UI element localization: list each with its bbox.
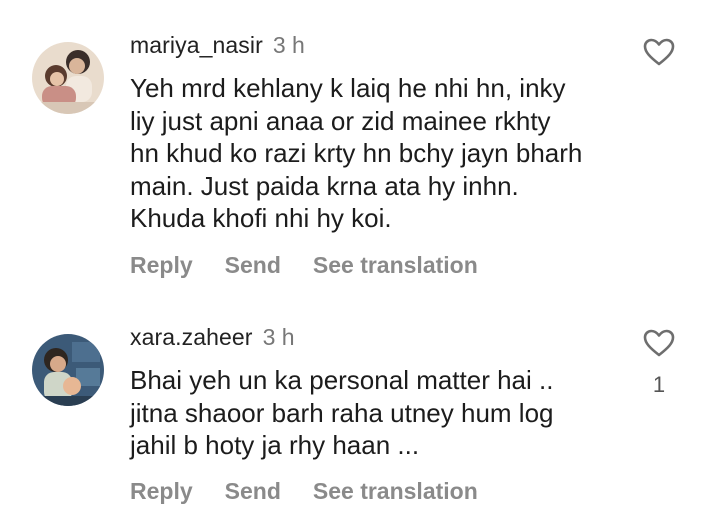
avatar[interactable] xyxy=(32,334,104,406)
timestamp: 3 h xyxy=(262,324,295,350)
send-button[interactable]: Send xyxy=(225,477,281,505)
comment-line: Khuda khofi nhi hy koi. xyxy=(130,203,392,233)
heart-icon[interactable] xyxy=(642,37,676,67)
heart-icon[interactable] xyxy=(642,328,676,358)
avatar[interactable] xyxy=(32,42,104,114)
see-translation-button[interactable]: See translation xyxy=(313,251,478,279)
avatar-image xyxy=(32,334,104,406)
comment-line: Bhai yeh un ka personal matter hai .. xyxy=(130,365,554,395)
comment-line: hn khud ko razi krty hn bchy jayn bharh xyxy=(130,138,583,168)
username[interactable]: xara.zaheer xyxy=(130,324,253,350)
comment-text: Bhai yeh un ka personal matter hai .. ji… xyxy=(130,364,630,462)
comment-header: xara.zaheer 3 h xyxy=(130,323,295,351)
send-button[interactable]: Send xyxy=(225,251,281,279)
comment-text: Yeh mrd kehlany k laiq he nhi hn, inky l… xyxy=(130,72,630,235)
comment-line: Yeh mrd kehlany k laiq he nhi hn, inky xyxy=(130,73,566,103)
comment-header: mariya_nasir 3 h xyxy=(130,31,305,59)
timestamp: 3 h xyxy=(272,32,305,58)
like-count: 1 xyxy=(652,372,666,397)
reply-button[interactable]: Reply xyxy=(130,251,193,279)
comment-line: liy just apni anaa or zid mainee rkhty xyxy=(130,105,551,136)
comment-actions: Reply Send See translation xyxy=(130,251,478,279)
reply-button[interactable]: Reply xyxy=(130,477,193,505)
comment-line: jahil b hoty ja rhy haan ... xyxy=(130,430,420,460)
comment-actions: Reply Send See translation xyxy=(130,477,478,505)
comment-line: jitna shaoor barh raha utney hum log xyxy=(130,397,554,428)
comment-line: main. Just paida krna ata hy inhn. xyxy=(130,170,519,201)
see-translation-button[interactable]: See translation xyxy=(313,477,478,505)
username[interactable]: mariya_nasir xyxy=(130,32,263,58)
avatar-image xyxy=(32,42,104,114)
